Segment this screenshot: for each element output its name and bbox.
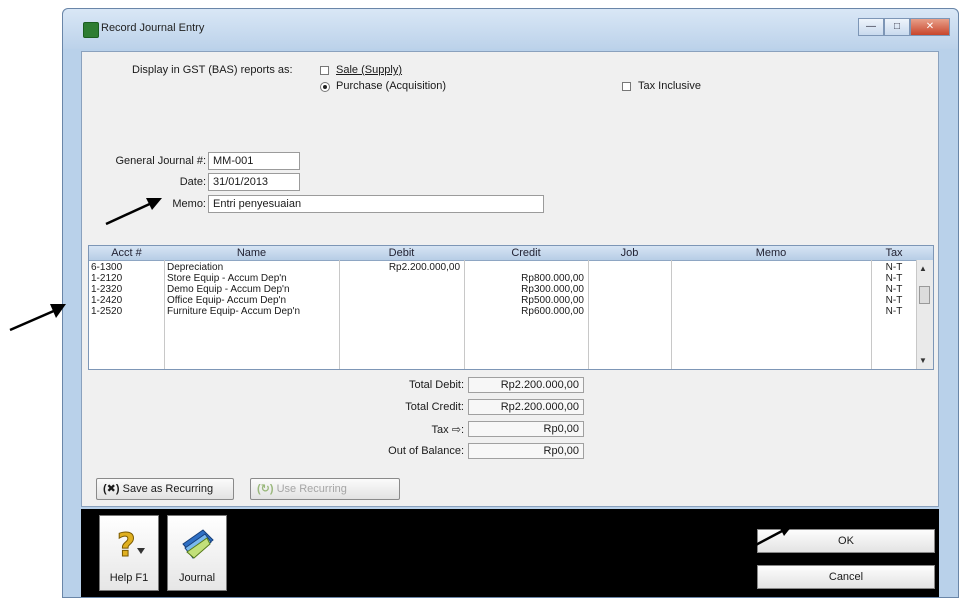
cell-tax: N-T	[885, 306, 903, 317]
window-title: Record Journal Entry	[101, 22, 205, 34]
close-button[interactable]: ✕	[910, 18, 950, 36]
record-journal-window: Record Journal Entry — □ ✕ Display in GS…	[62, 8, 959, 598]
save-as-recurring-button[interactable]: (✖) Save as Recurring	[96, 478, 234, 500]
cell-tax: N-T	[885, 295, 903, 306]
sale-label: Sale (Supply)	[336, 64, 403, 76]
cell-name: Store Equip - Accum Dep'n	[167, 273, 287, 284]
recurring-disabled-icon: (↻)	[257, 483, 274, 495]
cell-acct: 1-2520	[91, 306, 123, 317]
cell-name: Demo Equip - Accum Dep'n	[167, 284, 290, 295]
cell-acct: 1-2320	[91, 284, 123, 295]
journal-number-field[interactable]: MM-001	[208, 152, 300, 170]
header-acct: Acct #	[111, 247, 142, 259]
cell-tax: N-T	[885, 284, 903, 295]
annotation-arrow-table	[9, 304, 66, 332]
header-memo: Memo	[755, 247, 787, 259]
out-of-balance-label: Out of Balance:	[388, 445, 464, 457]
sale-radio[interactable]	[320, 66, 329, 75]
table-header: Acct # Name Debit Credit Job Memo Tax	[89, 246, 933, 261]
cell-credit: Rp600.000,00	[521, 306, 584, 317]
recurring-icon: (✖)	[103, 483, 120, 495]
cell-name: Office Equip- Accum Dep'n	[167, 295, 287, 306]
maximize-button[interactable]: □	[884, 18, 910, 36]
tax-inclusive-checkbox[interactable]	[622, 82, 631, 91]
total-credit-value: Rp2.200.000,00	[468, 399, 584, 415]
purchase-radio[interactable]	[320, 82, 330, 92]
header-debit: Debit	[388, 247, 415, 259]
header-tax: Tax	[885, 247, 903, 259]
scroll-up-icon[interactable]: ▲	[919, 264, 927, 273]
memo-field[interactable]: Entri penyesuaian	[208, 195, 544, 213]
tax-label[interactable]: Tax ⇨:	[344, 423, 464, 436]
cell-name: Furniture Equip- Accum Dep'n	[167, 306, 301, 317]
cell-debit: Rp2.200.000,00	[388, 262, 460, 273]
help-icon: ?	[117, 526, 145, 564]
app-icon	[83, 22, 99, 38]
purchase-label: Purchase (Acquisition)	[336, 80, 447, 92]
gst-label: Display in GST (BAS) reports as:	[132, 64, 293, 76]
cell-acct: 6-1300	[91, 262, 123, 273]
cell-acct: 1-2420	[91, 295, 123, 306]
date-label: Date:	[179, 176, 206, 188]
header-job: Job	[620, 247, 639, 259]
cell-credit: Rp300.000,00	[521, 284, 584, 295]
cell-tax: N-T	[885, 273, 903, 284]
scroll-thumb[interactable]	[919, 286, 930, 304]
use-recurring-label: Use Recurring	[276, 483, 347, 495]
cell-tax: N-T	[885, 262, 903, 273]
header-credit: Credit	[511, 247, 541, 259]
title-bar: Record Journal Entry — □ ✕	[63, 9, 958, 49]
journal-lines-table: Acct # Name Debit Credit Job Memo Tax 6-…	[88, 245, 934, 370]
minimize-button[interactable]: —	[858, 18, 884, 36]
table-scrollbar[interactable]: ▲ ▼	[916, 260, 933, 369]
total-credit-label: Total Credit:	[405, 401, 464, 413]
cell-credit: Rp500.000,00	[521, 295, 584, 306]
journal-book-icon	[182, 529, 214, 559]
annotation-arrow-ok	[749, 524, 792, 550]
header-name: Name	[236, 247, 267, 259]
bottom-toolbar: ? Help F1 Journal OK Cancel	[81, 509, 939, 597]
journal-number-label: General Journal #:	[115, 155, 207, 167]
use-recurring-button[interactable]: (↻) Use Recurring	[250, 478, 400, 500]
journal-button[interactable]: Journal	[167, 515, 227, 591]
cell-acct: 1-2120	[91, 273, 123, 284]
total-debit-value: Rp2.200.000,00	[468, 377, 584, 393]
save-as-recurring-label: Save as Recurring	[122, 483, 214, 495]
cancel-button[interactable]: Cancel	[757, 565, 935, 589]
annotation-arrow-memo	[105, 198, 162, 226]
svg-text:?: ?	[117, 526, 136, 564]
scroll-down-icon[interactable]: ▼	[919, 356, 927, 365]
cell-name: Depreciation	[167, 262, 224, 273]
help-button[interactable]: ? Help F1	[99, 515, 159, 591]
cell-credit: Rp800.000,00	[521, 273, 584, 284]
journal-label: Journal	[178, 572, 216, 584]
total-debit-label: Total Debit:	[408, 379, 464, 391]
tax-inclusive-label: Tax Inclusive	[638, 80, 701, 92]
form-panel: Display in GST (BAS) reports as: Sale (S…	[81, 51, 939, 507]
tax-value: Rp0,00	[468, 421, 584, 437]
date-field[interactable]: 31/01/2013	[208, 173, 300, 191]
window-controls: — □ ✕	[858, 18, 950, 36]
help-label: Help F1	[109, 572, 149, 584]
out-of-balance-value: Rp0,00	[468, 443, 584, 459]
